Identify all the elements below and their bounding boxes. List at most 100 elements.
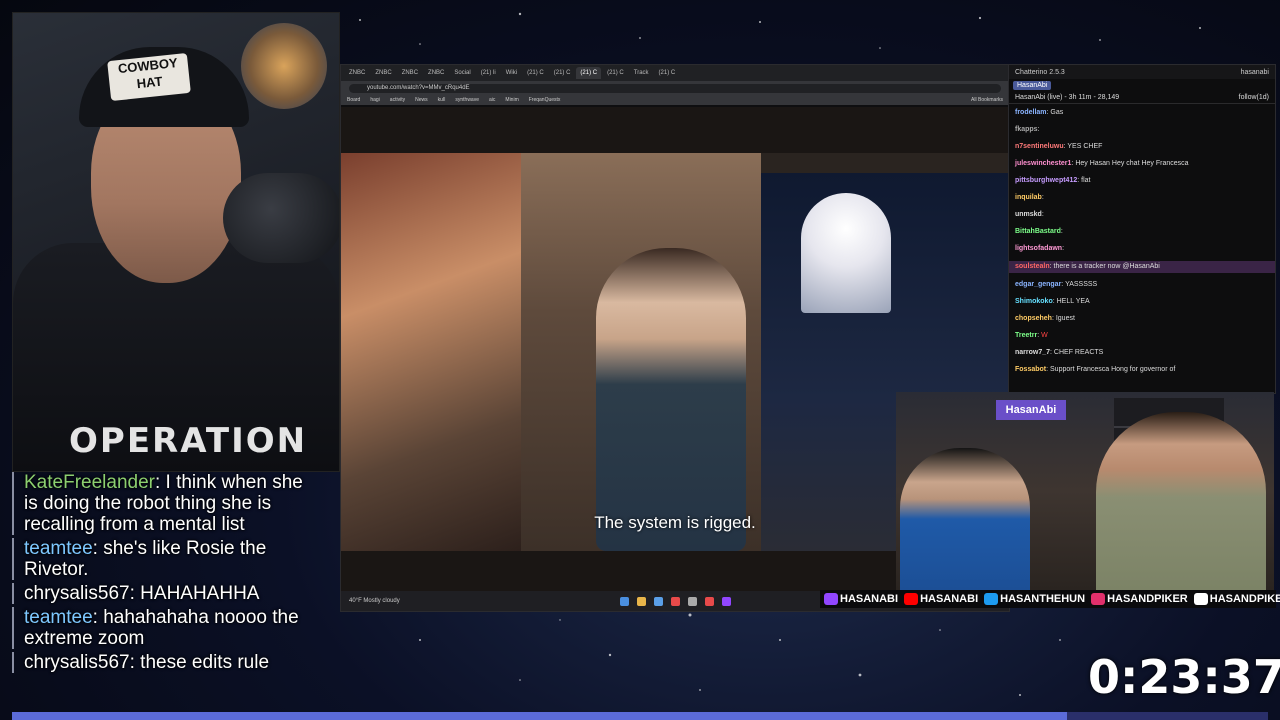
chat-username[interactable]: n7sentineluwu	[1015, 143, 1064, 150]
social-handle-text: HASANABI	[920, 593, 979, 605]
browser-tab[interactable]: Social	[450, 67, 474, 79]
bookmark[interactable]: News	[415, 97, 428, 103]
settings-icon[interactable]	[687, 596, 697, 606]
guest-person	[900, 448, 1030, 590]
chat-message: chrysalis567: these edits rule	[12, 652, 312, 673]
browser-tab[interactable]: (21) C	[550, 67, 575, 79]
chat-message: Shimokoko: HELL YEA	[1015, 298, 1090, 305]
chat-username[interactable]: narrow7_7	[1015, 349, 1050, 356]
chatterino-app-title: Chatterino 2.5.3	[1015, 68, 1065, 76]
bookmark[interactable]: synthwave	[455, 97, 479, 103]
chat-username: chrysalis567	[24, 583, 130, 604]
browser-tab[interactable]: (21) C	[603, 67, 628, 79]
twitch-icon	[824, 593, 838, 605]
chat-username[interactable]: juleswinchester1	[1015, 160, 1071, 167]
tiktok-icon	[1193, 593, 1208, 605]
chat-text: Support Francesca Hong for governor of	[1050, 366, 1176, 373]
bookmarks-bar: Board hagi activity News kuIl synthwave …	[341, 95, 1009, 105]
shirt-text: OPERATION	[69, 421, 308, 461]
chatterino-channel-header: HasanAbi (live) - 3h 11m - 28,149 follow…	[1009, 91, 1275, 104]
url-field[interactable]: youtube.com/watch?v=MMv_cRqu4dE	[349, 83, 1001, 93]
app-icon[interactable]	[721, 596, 731, 606]
bookmark[interactable]: activity	[390, 97, 405, 103]
chat-message: frodellam: Gas	[1015, 109, 1064, 116]
weather-temp: 40°F	[349, 598, 362, 604]
chat-text: Hey Hasan Hey chat Hey Francesca	[1075, 160, 1189, 167]
follow-mode[interactable]: follow(1d)	[1239, 94, 1269, 101]
chat-message: Fossabot: Support Francesca Hong for gov…	[1015, 366, 1176, 373]
chat-username[interactable]: frodellam	[1015, 109, 1047, 116]
chat-username[interactable]: Fossabot	[1015, 366, 1046, 373]
social-handle-text: HASANDPIKER	[1107, 593, 1188, 605]
browser-tab[interactable]: ZNBC	[398, 67, 422, 79]
chat-message: fkapps:	[1015, 126, 1040, 133]
chrome-icon[interactable]	[670, 596, 680, 606]
chat-username: KateFreelander	[24, 472, 155, 493]
chat-username: teamtee	[24, 607, 93, 628]
chat-message: unmskd:	[1015, 211, 1044, 218]
app-icon[interactable]	[653, 596, 663, 606]
youtube-icon	[904, 593, 919, 605]
chatterino-tab-bar: HasanAbi	[1009, 79, 1275, 91]
chat-username[interactable]: pittsburghwept412	[1015, 177, 1077, 184]
browser-tab[interactable]: (21) C	[655, 67, 680, 79]
browser-tab[interactable]: (21) C	[523, 67, 548, 79]
chat-message: lightsofadawn:	[1015, 245, 1065, 252]
chatterino-tab[interactable]: HasanAbi	[1013, 80, 1052, 90]
chat-username[interactable]: inquilab	[1015, 194, 1042, 201]
social-handle-text: HASANABI	[840, 593, 899, 605]
chatterino-titlebar: Chatterino 2.5.3 hasanabi	[1009, 65, 1275, 79]
bookmark[interactable]: Minim	[505, 97, 518, 103]
host-person	[1096, 412, 1266, 590]
bookmark[interactable]: Board	[347, 97, 360, 103]
app-icon[interactable]	[704, 596, 714, 606]
streamer-webcam: COWBOY HAT OPERATION	[12, 12, 340, 472]
chat-message: teamtee: hahahahaha noooo the extreme zo…	[12, 607, 312, 649]
browser-tab[interactable]: Track	[630, 67, 653, 79]
chat-message: juleswinchester1: Hey Hasan Hey chat Hey…	[1015, 160, 1189, 167]
chat-username[interactable]: edgar_gengar	[1015, 281, 1061, 288]
weather-widget[interactable]: 40°F Mostly cloudy	[349, 598, 400, 604]
social-handle: HASANABI	[824, 593, 898, 605]
browser-tab[interactable]: Wiki	[502, 67, 521, 79]
wall-logo: HasanAbi	[996, 400, 1066, 420]
chat-text: YES CHEF	[1067, 143, 1103, 150]
chat-username[interactable]: unmskd	[1015, 211, 1042, 218]
microphone	[223, 173, 339, 263]
browser-tab[interactable]: ZNBC	[345, 67, 369, 79]
chat-text: Gas	[1050, 109, 1064, 116]
chat-message: chopseheh: Iguest	[1015, 315, 1075, 322]
chat-message: n7sentineluwu: YES CHEF	[1015, 143, 1103, 150]
woman-portrait	[596, 248, 746, 551]
progress-fill	[12, 712, 1068, 720]
channel-status: HasanAbi (live) - 3h 11m - 28,149	[1015, 93, 1120, 101]
browser-tab[interactable]: ZNBC	[371, 67, 395, 79]
bookmark[interactable]: kuIl	[438, 97, 446, 103]
chat-username[interactable]: lightsofadawn	[1015, 245, 1062, 252]
chat-username[interactable]: chopseheh	[1015, 315, 1052, 322]
start-icon[interactable]	[619, 596, 629, 606]
chat-username: chrysalis567	[24, 652, 130, 673]
folder-icon[interactable]	[636, 596, 646, 606]
browser-tab[interactable]: (21) li	[477, 67, 500, 79]
address-bar: youtube.com/watch?v=MMv_cRqu4dE	[341, 81, 1009, 95]
all-bookmarks[interactable]: All Bookmarks	[971, 97, 1003, 103]
chat-username[interactable]: fkapps	[1015, 126, 1038, 133]
chat-text: HAHAHAHHA	[140, 583, 260, 604]
browser-tab-active[interactable]: (21) C	[576, 67, 602, 79]
chatterino-account[interactable]: hasanabi	[1241, 69, 1269, 76]
social-handle: HASANDPIKER	[1193, 593, 1280, 605]
chat-username[interactable]: Treetrr	[1015, 332, 1037, 339]
chat-username[interactable]: Shimokoko	[1015, 298, 1053, 305]
chat-message: pittsburghwept412: flat	[1015, 177, 1091, 184]
bookmark[interactable]: hagi	[370, 97, 379, 103]
bookmark[interactable]: aic	[489, 97, 495, 103]
chat-message: narrow7_7: CHEF REACTS	[1015, 349, 1104, 356]
bookmark[interactable]: FreqanQuestx	[529, 97, 561, 103]
chat-username[interactable]: BittahBastard	[1015, 228, 1061, 235]
chat-message-highlighted: soulstealn: there is a tracker now @Hasa…	[1009, 261, 1275, 273]
chat-message: inquilab:	[1015, 194, 1044, 201]
overlay-chat: KateFreelander: I think when she is doin…	[12, 472, 312, 676]
browser-tab[interactable]: ZNBC	[424, 67, 448, 79]
chat-username[interactable]: soulstealn	[1015, 263, 1050, 270]
